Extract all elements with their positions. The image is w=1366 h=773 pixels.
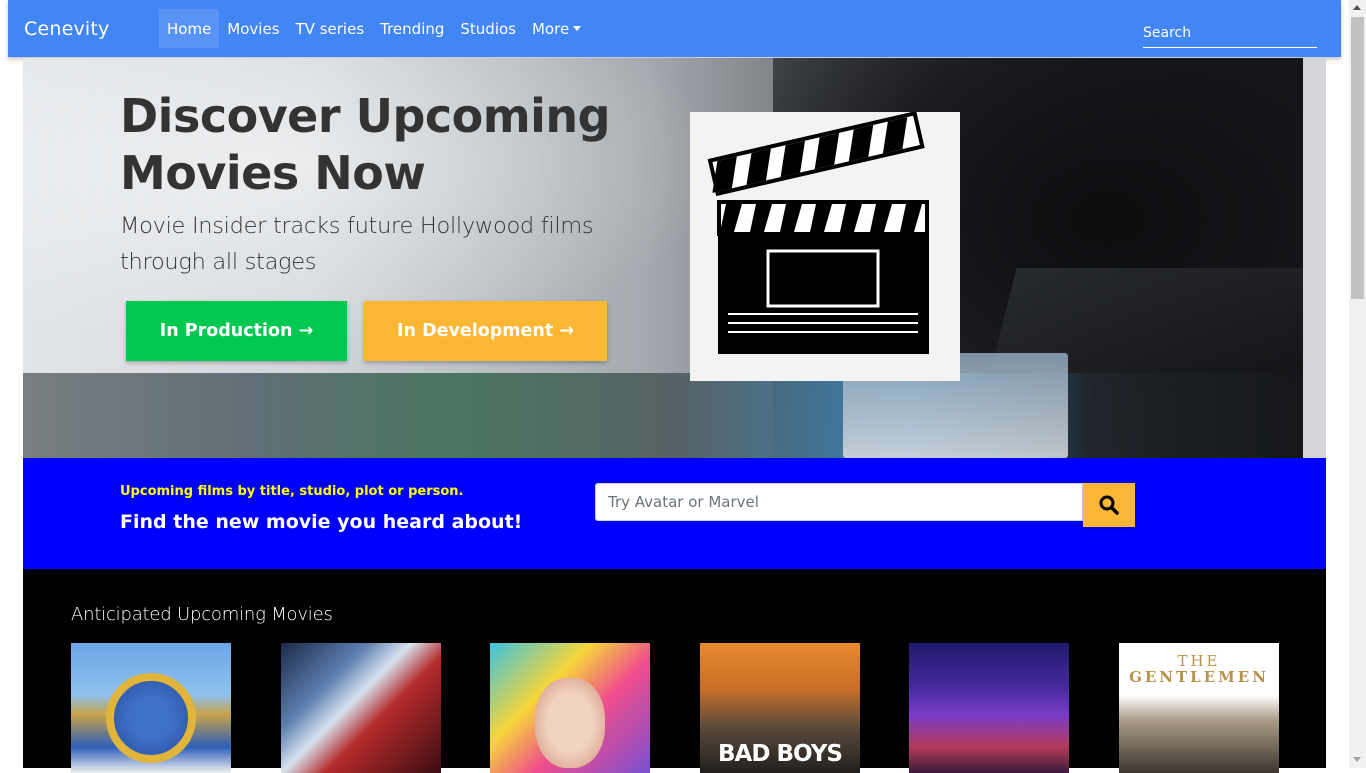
poster-star-wars[interactable] xyxy=(281,643,441,773)
search-band: Upcoming films by title, studio, plot or… xyxy=(23,458,1326,569)
nav-item-studios[interactable]: Studios xyxy=(452,9,524,48)
clapperboard-icon xyxy=(707,112,929,354)
anticipated-movies-section: Anticipated Upcoming Movies BAD BOYS THE… xyxy=(23,569,1326,773)
hero-title: Discover Upcoming Movies Now xyxy=(120,89,611,200)
nav-item-movies[interactable]: Movies xyxy=(219,9,287,48)
nav-item-more-dropdown[interactable]: More xyxy=(524,9,589,48)
hero-background-strip xyxy=(23,373,1326,458)
hero-section: Discover Upcoming Movies Now Movie Insid… xyxy=(23,58,1326,458)
scroll-down-arrow-icon[interactable] xyxy=(1353,757,1361,762)
poster-title-line2: GENTLEMEN xyxy=(1129,668,1269,686)
poster-art xyxy=(535,678,605,768)
nav-item-tv-series[interactable]: TV series xyxy=(288,9,373,48)
nav-item-home[interactable]: Home xyxy=(159,9,220,48)
scroll-thumb[interactable] xyxy=(1351,17,1364,299)
caret-down-icon xyxy=(573,26,582,31)
nav-item-more-label: More xyxy=(531,20,570,38)
brand-logo[interactable]: Cenevity xyxy=(24,18,110,40)
section-title: Anticipated Upcoming Movies xyxy=(71,604,333,625)
poster-the-gentlemen[interactable]: THE GENTLEMEN xyxy=(1119,643,1279,773)
poster-sonic[interactable] xyxy=(71,643,231,773)
hero-right-edge xyxy=(1303,58,1326,458)
clapperboard-image xyxy=(690,112,960,381)
search-band-caption: Upcoming films by title, studio, plot or… xyxy=(120,484,464,499)
poster-title-text: BAD BOYS xyxy=(718,741,843,767)
search-icon xyxy=(1099,495,1119,515)
poster-bad-boys[interactable]: BAD BOYS xyxy=(700,643,860,773)
nav-item-trending[interactable]: Trending xyxy=(372,9,452,48)
in-production-button[interactable]: In Production → xyxy=(126,301,347,361)
in-development-button[interactable]: In Development → xyxy=(364,301,607,361)
poster-birds-of-prey[interactable] xyxy=(490,643,650,773)
movie-search-input[interactable] xyxy=(595,483,1083,521)
movie-search-button[interactable] xyxy=(1083,483,1135,527)
search-band-heading: Find the new movie you heard about! xyxy=(120,511,523,533)
poster-art xyxy=(106,673,196,763)
page-scrollbar[interactable] xyxy=(1349,0,1366,768)
search-input[interactable] xyxy=(1143,18,1317,48)
scroll-up-arrow-icon[interactable] xyxy=(1353,5,1361,10)
hero-subtitle: Movie Insider tracks future Hollywood fi… xyxy=(120,213,594,275)
poster-avengers[interactable] xyxy=(909,643,1069,773)
top-navbar: Cenevity Home Movies TV series Trending … xyxy=(8,0,1341,57)
main-nav: Home Movies TV series Trending Studios M… xyxy=(159,9,589,48)
